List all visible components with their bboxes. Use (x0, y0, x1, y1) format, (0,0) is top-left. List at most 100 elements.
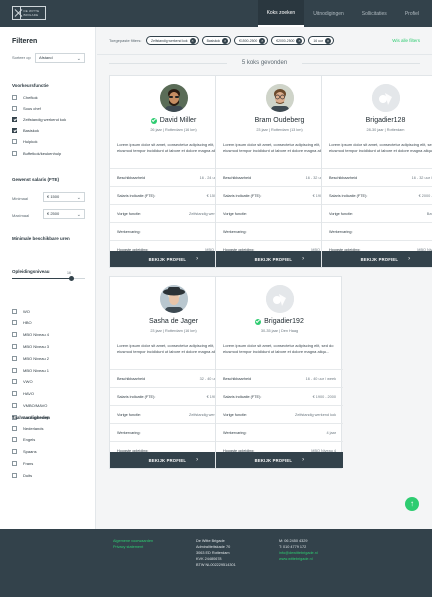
nav-tab-label: Profiel (404, 10, 419, 17)
logo[interactable]: DE WITTE BRIGADE (12, 6, 46, 20)
detail-label: Beschikbaarheid (329, 175, 358, 180)
checkbox-option[interactable]: Buffetkok/keukenhulp (12, 150, 61, 156)
checkbox-option[interactable]: Zelfstandig werkend kok (12, 116, 66, 122)
filter-chip[interactable]: €2000-2500 × (271, 36, 306, 45)
avatar (372, 84, 400, 112)
checkbox[interactable] (12, 391, 17, 397)
checkbox[interactable] (12, 402, 17, 408)
checkbox[interactable] (12, 139, 17, 145)
scroll-top-button[interactable]: ↑ (405, 497, 419, 511)
close-icon[interactable]: × (296, 37, 303, 44)
checkbox-option[interactable]: Duits (12, 472, 32, 478)
checkbox[interactable] (12, 128, 17, 134)
checkbox-option[interactable]: Frans (12, 460, 33, 466)
salary-max-select[interactable]: € 2500 ⌄ (43, 209, 85, 219)
checkbox-label: Engels (23, 437, 36, 443)
close-icon[interactable]: × (222, 37, 229, 44)
chef-name-text: Brigadier192 (264, 318, 304, 325)
filter-chip[interactable]: €1500-2500 × (234, 36, 269, 45)
chef-name-text: Bram Oudeberg (254, 117, 305, 124)
chef-description: Lorem ipsum dolor sit amet, consectetur … (117, 343, 228, 354)
checkbox[interactable] (12, 355, 17, 361)
verified-check-icon (255, 318, 262, 325)
checkbox-label: Basiskok (23, 128, 40, 134)
checkbox[interactable] (12, 367, 17, 373)
footer-contact-line[interactable]: www.wittebrigade.nl (279, 556, 318, 562)
checkbox-label: Spaans (23, 449, 37, 455)
checkbox-option[interactable]: MBO Niveau 3 (12, 343, 49, 349)
arrow-up-icon: ↑ (410, 499, 414, 508)
checkbox-option[interactable]: Sous chef (12, 105, 41, 111)
checkbox-option[interactable]: Spaans (12, 449, 37, 455)
avatar (160, 285, 188, 313)
checkbox[interactable] (12, 308, 17, 314)
filter-chip[interactable]: Basiskok × (201, 36, 232, 45)
hours-slider[interactable] (12, 276, 85, 281)
checkbox-option[interactable]: VWO (12, 379, 33, 385)
checkbox[interactable] (12, 320, 17, 326)
nav-tabs: Koks zoeken Uitnodigingen Sollicitaties Pro… (257, 0, 428, 27)
filter-sidebar: Filteren Sorteer op Afstand ⌄ Voorkeursf… (0, 27, 96, 529)
checkbox[interactable] (12, 116, 17, 122)
detail-label: Beschikbaarheid (117, 175, 146, 180)
filter-chip[interactable]: Zelfstandig werkend kok × (146, 36, 199, 45)
filter-chip[interactable]: 16 uur × (308, 36, 334, 45)
checkbox[interactable] (12, 150, 17, 156)
checkbox-option[interactable]: Engels (12, 437, 35, 443)
checkbox[interactable] (12, 472, 17, 478)
nav-tab[interactable]: Koks zoeken (257, 0, 305, 27)
checkbox[interactable] (12, 332, 17, 338)
avatar (266, 84, 294, 112)
checkbox-option[interactable]: MBO Niveau 2 (12, 355, 49, 361)
checkbox-label: Frans (23, 460, 34, 466)
clear-filters-link[interactable]: Wis alle filters (392, 38, 420, 43)
checkbox[interactable] (12, 425, 17, 431)
checkbox[interactable] (12, 460, 17, 466)
checkbox-option[interactable]: Hulpkok (12, 139, 37, 145)
close-icon[interactable]: × (189, 37, 196, 44)
sort-select[interactable]: Afstand ⌄ (35, 53, 85, 63)
nav-tab[interactable]: Sollicitaties (353, 0, 396, 27)
view-profile-button[interactable]: BEKIJK PROFIEL › (216, 452, 343, 468)
checkbox-option[interactable]: Chefkok (12, 94, 38, 100)
detail-value: € 1900 - 2000 (312, 394, 336, 399)
detail-value: € 2000 - 1500 (418, 193, 432, 198)
detail-row: Beschikbaarheid 16 - 32 uur / week (322, 168, 432, 186)
close-icon[interactable]: × (259, 37, 266, 44)
result-count: 5 koks gevonden (241, 60, 288, 66)
checkbox-option[interactable]: MBO Niveau 1 (12, 367, 49, 373)
checkbox-option[interactable]: VMBO/MAVO (12, 402, 47, 408)
checkbox[interactable] (12, 379, 17, 385)
hours-title: Minimale beschikbare uren (12, 236, 70, 241)
checkbox[interactable] (12, 105, 17, 111)
checkbox[interactable] (12, 343, 17, 349)
checkbox-option[interactable]: WO (12, 308, 30, 314)
detail-label: Werkervaring: (329, 229, 353, 234)
salary-max-value: € 2500 (47, 211, 60, 216)
checkbox-option[interactable]: HAVO (12, 391, 34, 397)
checkbox[interactable] (12, 94, 17, 100)
top-navigation: DE WITTE BRIGADE Koks zoeken Uitnodiginge… (0, 0, 432, 27)
checkbox-label: VMBO/MAVO (23, 402, 48, 408)
chef-name-text: David Miller (159, 117, 197, 124)
nav-tab[interactable]: Profiel (396, 0, 428, 27)
checkbox-option[interactable]: MBO Niveau 4 (12, 332, 49, 338)
footer-address-line: BTW NL002229514301 (196, 563, 236, 567)
detail-row: Werkervaring: 4 jaar (216, 423, 343, 441)
checkbox-option[interactable]: Nederlands (12, 425, 43, 431)
checkbox[interactable] (12, 437, 17, 443)
hours-slider-handle[interactable] (69, 276, 75, 281)
chef-description: Lorem ipsum dolor sit amet, consectetur … (223, 343, 334, 354)
detail-row: Vorige functie: Basiskok (322, 204, 432, 222)
avatar (160, 84, 188, 112)
checkbox-option[interactable]: Basiskok (12, 128, 39, 134)
nav-tab[interactable]: Uitnodigingen (304, 0, 353, 27)
salary-min-select[interactable]: € 1500 ⌄ (43, 192, 85, 202)
checkbox[interactable] (12, 449, 17, 455)
close-icon[interactable]: × (324, 37, 331, 44)
view-profile-button[interactable]: BEKIJK PROFIEL › (322, 251, 432, 267)
footer-links: Algemene voorwaarden Privacy statement (113, 538, 153, 550)
footer-link[interactable]: Privacy statement (113, 544, 153, 550)
detail-row: Werkervaring:2 jaar (322, 222, 432, 240)
checkbox-option[interactable]: HBO (12, 320, 32, 326)
